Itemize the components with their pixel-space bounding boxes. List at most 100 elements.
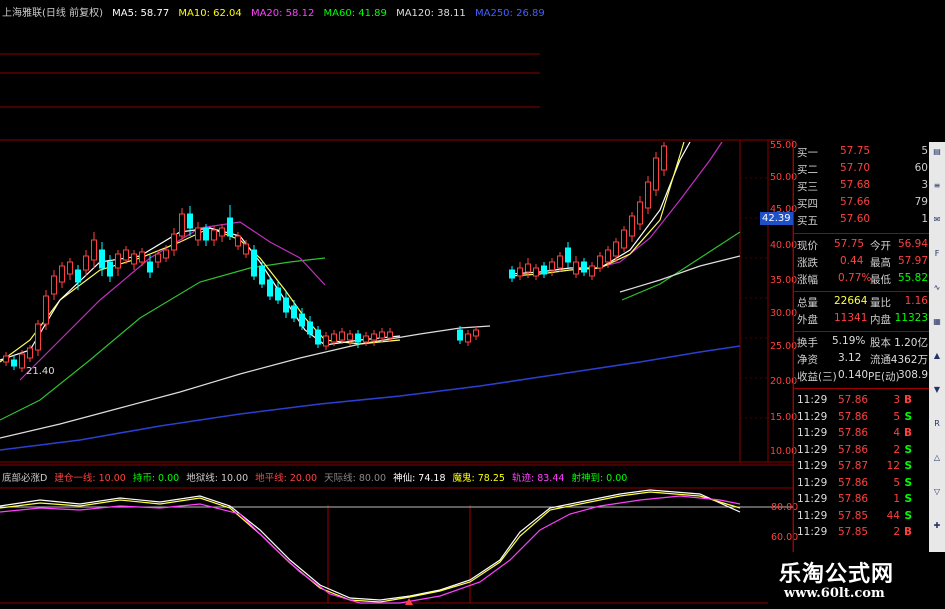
up2-icon[interactable]: △	[931, 452, 943, 464]
moving-averages	[0, 141, 741, 451]
trade-t: 11:29	[797, 509, 828, 522]
chart-icon[interactable]: ▤	[931, 146, 943, 158]
candle-body	[371, 333, 377, 341]
quote-row: 涨幅 0.77% 最低 55.82	[797, 272, 928, 286]
quote-row: 总量 22664 量比 1.16	[797, 295, 928, 309]
candle-body	[267, 279, 273, 297]
trade-p: 57.86	[838, 476, 869, 489]
up-icon[interactable]: ▲	[931, 350, 943, 362]
candle-body	[51, 275, 57, 295]
trade-s: S	[904, 410, 912, 423]
indicator-item: 地狱线: 10.00	[186, 473, 249, 484]
price-axis: 55.00 50.00 45.00 40.00 35.00 30.00 25.0…	[770, 140, 797, 462]
trade-q: 44	[886, 509, 900, 522]
trade-q: 3	[893, 394, 900, 406]
candle-body	[19, 353, 25, 369]
candle-body	[629, 215, 635, 237]
order-row[interactable]: 买四 57.66 79	[794, 196, 930, 212]
candle-body	[107, 261, 113, 277]
candle-body	[597, 255, 603, 269]
ma10-line	[0, 227, 401, 363]
order-row[interactable]: 买五 57.60 1	[794, 213, 930, 229]
candle-body	[621, 229, 627, 249]
candle-body	[517, 267, 523, 277]
ma60-line	[0, 257, 326, 421]
low-price-label: 21.40	[26, 366, 55, 377]
candle-body	[59, 265, 65, 283]
candle-body	[307, 321, 313, 335]
stock-title: 上海雅联(日线 前复权)	[2, 8, 103, 19]
candle-body	[379, 331, 385, 339]
f10-icon[interactable]: F	[931, 248, 943, 260]
candle-body	[83, 255, 89, 271]
quote-panel: 买一 57.75 5 买二 57.70 60 买三 57.68 3 买四 57.66 79 买五…	[793, 142, 930, 609]
trade-row: 11:29 57.86 3 B	[794, 394, 930, 410]
candle-body	[573, 261, 579, 275]
line-icon[interactable]: ∿	[931, 282, 943, 294]
chart-grid	[0, 53, 794, 609]
candlesticks	[3, 142, 667, 372]
divider	[794, 388, 930, 389]
trade-t: 11:29	[797, 526, 828, 538]
order-row[interactable]: 买三 57.68 3	[794, 179, 930, 195]
trade-t: 11:29	[797, 394, 828, 406]
ma120-line-right	[619, 255, 741, 293]
trade-p: 57.86	[838, 427, 869, 439]
candle-body	[565, 247, 571, 263]
grid-icon[interactable]: ▦	[931, 316, 943, 328]
trade-p: 57.86	[838, 493, 869, 505]
trade-q: 12	[886, 460, 900, 472]
news-icon[interactable]: ✉	[931, 214, 943, 226]
down-icon[interactable]: ▼	[931, 384, 943, 396]
trade-p: 57.86	[838, 443, 869, 456]
list-icon[interactable]: ≡	[931, 180, 943, 192]
candle-body	[339, 331, 345, 341]
divider	[794, 233, 930, 234]
order-row[interactable]: 买一 57.75 5	[794, 145, 930, 161]
trade-s: B	[903, 394, 912, 406]
candle-body	[299, 313, 305, 327]
candle-body	[171, 233, 177, 251]
trade-row: 11:29 57.87 12 S	[794, 460, 930, 476]
candle-body	[581, 261, 587, 273]
down2-icon[interactable]: ▽	[931, 486, 943, 498]
candle-body	[147, 261, 153, 273]
watermark-url: www.60lt.com	[784, 586, 885, 601]
candle-body	[155, 253, 161, 263]
quote-row: 外盘 11341 内盘 11323	[797, 312, 928, 326]
candle-body	[465, 333, 471, 343]
rsi-icon[interactable]: R	[931, 418, 943, 430]
trade-s: S	[904, 443, 912, 456]
ma250-line	[0, 345, 741, 451]
candle-body	[211, 229, 217, 241]
candle-body	[187, 213, 193, 229]
watermark: 乐淘公式网 www.60lt.com	[768, 552, 945, 609]
trade-q: 1	[893, 493, 900, 505]
ma20-label: MA20: 58.12	[250, 8, 315, 19]
indicator-magenta-line	[0, 495, 741, 604]
ma5-label: MA5: 58.77	[112, 8, 170, 19]
trade-row: 11:29 57.86 2 S	[794, 444, 930, 460]
candle-body	[533, 267, 539, 277]
trade-p: 57.85	[838, 526, 869, 538]
trade-q: 2	[893, 526, 900, 538]
order-row[interactable]: 买二 57.70 60	[794, 162, 930, 178]
trade-s: S	[904, 460, 912, 472]
quote-row: 净资 3.12 流通 4362万	[797, 352, 928, 366]
divider	[794, 291, 930, 292]
trade-p: 57.86	[838, 410, 869, 423]
trade-t: 11:29	[797, 476, 828, 489]
candle-body	[645, 181, 651, 209]
candle-body	[203, 227, 209, 241]
candle-body	[549, 261, 555, 271]
candle-body	[75, 269, 81, 283]
candle-body	[473, 329, 479, 337]
trade-row: 11:29 57.86 1 S	[794, 493, 930, 509]
candle-body	[363, 335, 369, 343]
candle-body	[291, 305, 297, 319]
candle-body	[541, 265, 547, 275]
mark-icon[interactable]: ✚	[931, 520, 943, 532]
candle-body	[67, 261, 73, 275]
trade-row: 11:29 57.86 4 B	[794, 427, 930, 443]
trade-q: 2	[893, 443, 900, 456]
